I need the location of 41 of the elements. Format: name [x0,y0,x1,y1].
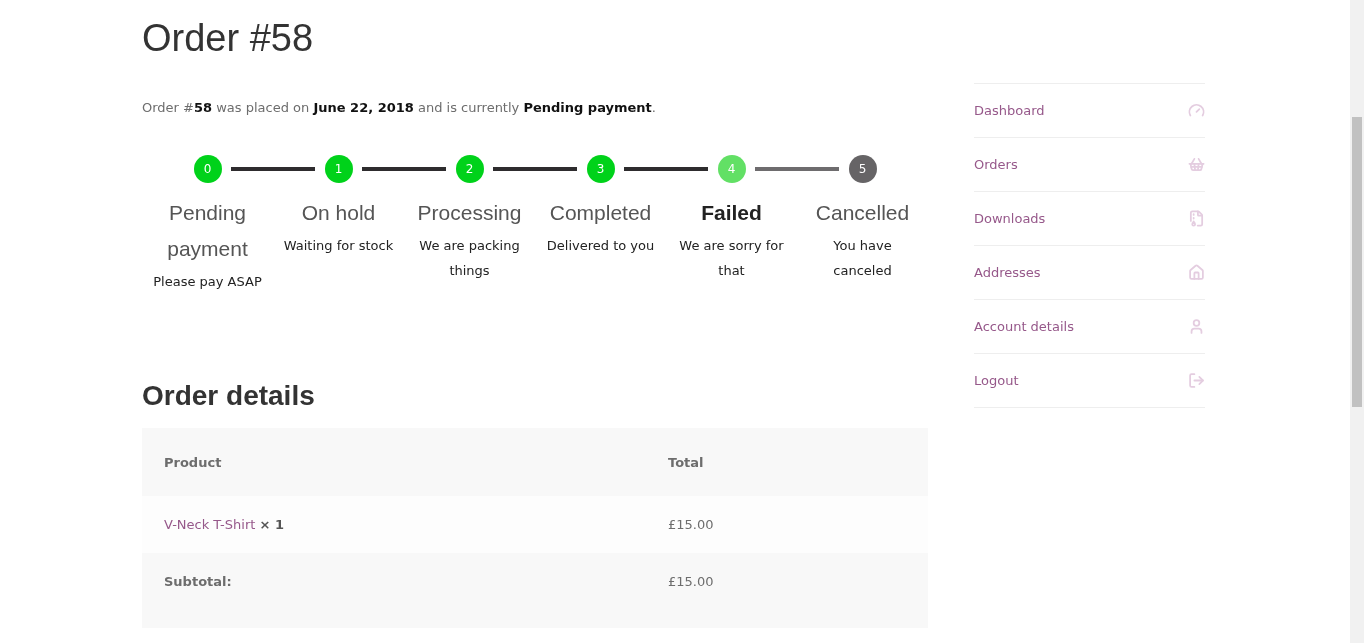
step-title: On hold [301,200,376,226]
quantity: × 1 [259,517,284,532]
step-description: Waiting for stock [282,237,395,255]
sidebar-link[interactable]: Downloads [974,192,1205,246]
product-link[interactable]: V-Neck T-Shirt [164,517,256,532]
step-title: Processing [417,200,522,226]
step-description: You have canceled [832,237,893,280]
table-cell: £15.00 [646,496,928,553]
page-title: Order #58 [142,16,315,60]
step-number: 3 [586,155,615,183]
logout-icon [1188,372,1205,389]
scrollbar[interactable] [1350,0,1364,643]
step-title: Failed [701,200,762,226]
step-title: Cancelled [815,200,910,226]
sidebar-link[interactable]: Account details [974,300,1205,354]
basket-icon [1188,156,1205,173]
step-number: 4 [717,155,746,183]
column-header: Total [646,428,928,496]
gauge-icon [1188,102,1205,119]
step-title: Completed [549,200,652,226]
step-number: 0 [193,155,222,183]
step-description: Please pay ASAP [152,273,263,291]
house-icon [1188,264,1205,281]
sidebar-link[interactable]: Orders [974,138,1205,192]
step-description: We are sorry for that [678,237,785,280]
sidebar-link[interactable]: Addresses [974,246,1205,300]
sidebar-link[interactable]: Logout [974,354,1205,408]
section-heading: Order details [142,380,316,412]
step-title: Pending payment [166,200,249,262]
column-header: Product [142,428,646,496]
file-icon [1188,210,1205,227]
table-cell: £15.00 [646,553,928,628]
order-summary: Order #58 was placed on June 22, 2018 and is currently Pending payment. [142,100,657,115]
step-number: 1 [324,155,353,183]
step-number: 2 [455,155,484,183]
sidebar-link[interactable]: Dashboard [974,84,1205,138]
step-description: Delivered to you [545,237,656,255]
user-icon [1188,318,1205,335]
table-cell: Subtotal: [142,553,646,628]
step-number: 5 [848,155,877,183]
step-description: We are packing things [418,237,521,280]
